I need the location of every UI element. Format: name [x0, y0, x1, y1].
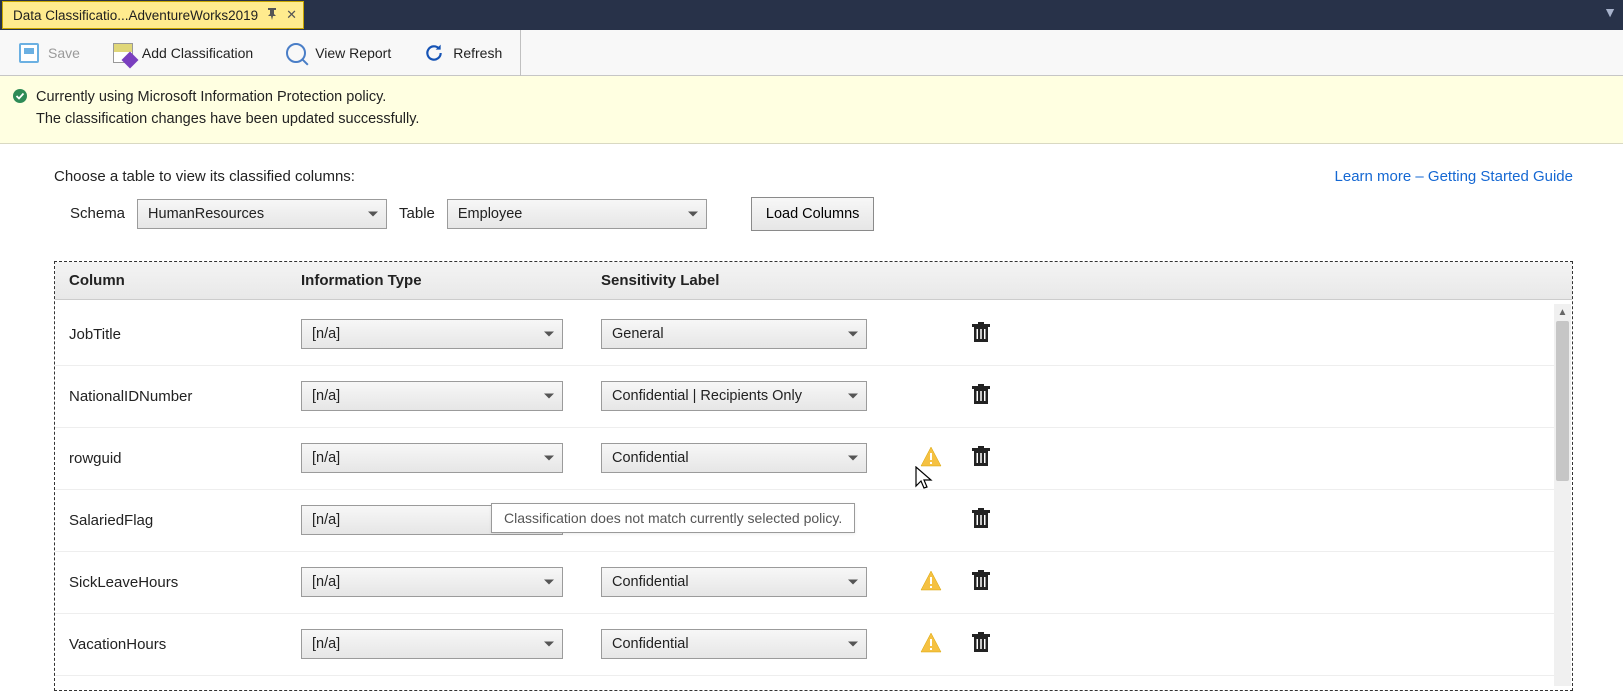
sensitivity-combo[interactable]: Confidential [601, 567, 867, 597]
sensitivity-cell: Confidential [601, 629, 901, 659]
sensitivity-cell: Confidential [601, 443, 901, 473]
info-type-cell: [n/a] [301, 567, 601, 597]
trash-icon[interactable] [971, 322, 991, 347]
header-info-type: Information Type [301, 272, 601, 289]
column-name: JobTitle [69, 326, 301, 343]
info-type-cell: [n/a] [301, 443, 601, 473]
toolbar: Save Add Classification View Report Refr… [0, 30, 1623, 76]
info-type-cell: [n/a] [301, 629, 601, 659]
document-tab[interactable]: Data Classificatio...AdventureWorks2019 … [2, 1, 304, 29]
trash-icon[interactable] [971, 632, 991, 657]
sensitivity-cell: Confidential [601, 567, 901, 597]
schema-label: Schema [70, 205, 125, 222]
content: Choose a table to view its classified co… [0, 144, 1623, 691]
refresh-icon [423, 42, 445, 64]
column-name: NationalIDNumber [69, 388, 301, 405]
table-row: JobTitle[n/a] General [55, 304, 1554, 366]
instruction-text: Choose a table to view its classified co… [54, 168, 355, 185]
trash-icon[interactable] [971, 446, 991, 471]
check-icon [12, 88, 28, 107]
scroll-up-icon[interactable]: ▲ [1554, 304, 1571, 321]
sensitivity-cell: Confidential | Recipients Only [601, 381, 901, 411]
table-combo[interactable]: Employee [447, 199, 707, 229]
info-type-cell: [n/a] [301, 319, 601, 349]
sensitivity-combo[interactable]: Confidential | Recipients Only [601, 381, 867, 411]
delete-cell [961, 632, 1001, 657]
info-type-cell: [n/a] [301, 381, 601, 411]
column-name: SalariedFlag [69, 512, 301, 529]
delete-cell [961, 384, 1001, 409]
refresh-button[interactable]: Refresh [413, 30, 521, 76]
table-label: Table [399, 205, 435, 222]
delete-cell [961, 508, 1001, 533]
trash-icon[interactable] [971, 570, 991, 595]
table-body: JobTitle[n/a]GeneralNationalIDNumber[n/a… [55, 304, 1554, 686]
info-type-combo[interactable]: [n/a] [301, 443, 563, 473]
warning-icon[interactable] [919, 631, 943, 658]
add-classification-button[interactable]: Add Classification [102, 30, 263, 76]
view-report-button[interactable]: View Report [275, 30, 401, 76]
tab-title: Data Classificatio...AdventureWorks2019 [13, 8, 258, 23]
load-columns-button[interactable]: Load Columns [751, 197, 875, 231]
table-row: VacationHours[n/a] Confidential [55, 614, 1554, 676]
grid-icon [112, 42, 134, 64]
learn-more-link[interactable]: Learn more – Getting Started Guide [1335, 168, 1573, 185]
warning-icon[interactable] [919, 445, 943, 472]
info-type-combo[interactable]: [n/a] [301, 319, 563, 349]
warning-cell [901, 631, 961, 658]
column-name: VacationHours [69, 636, 301, 653]
dropdown-icon[interactable]: ▼ [1603, 4, 1617, 20]
column-name: rowguid [69, 450, 301, 467]
status-bar: Currently using Microsoft Information Pr… [0, 76, 1623, 144]
title-bar: Data Classificatio...AdventureWorks2019 … [0, 0, 1623, 30]
info-type-combo[interactable]: [n/a] [301, 567, 563, 597]
scrollbar[interactable]: ▲ [1554, 304, 1571, 686]
header-column: Column [69, 272, 301, 289]
magnifier-icon [285, 42, 307, 64]
table-row: NationalIDNumber[n/a] Confidential | Reci… [55, 366, 1554, 428]
sensitivity-combo[interactable]: Confidential [601, 443, 867, 473]
header-sensitivity: Sensitivity Label [601, 272, 901, 289]
classification-table: Column Information Type Sensitivity Labe… [54, 261, 1573, 691]
table-row: SickLeaveHours[n/a] Confidential [55, 552, 1554, 614]
pin-icon[interactable] [266, 8, 278, 23]
delete-cell [961, 446, 1001, 471]
info-type-combo[interactable]: [n/a] [301, 381, 563, 411]
scroll-thumb[interactable] [1556, 321, 1569, 481]
trash-icon[interactable] [971, 384, 991, 409]
trash-icon[interactable] [971, 508, 991, 533]
save-icon [18, 42, 40, 64]
tooltip: Classification does not match currently … [491, 503, 855, 533]
delete-cell [961, 322, 1001, 347]
warning-cell [901, 445, 961, 472]
status-text: Currently using Microsoft Information Pr… [36, 86, 419, 131]
sensitivity-combo[interactable]: Confidential [601, 629, 867, 659]
close-icon[interactable]: ✕ [286, 7, 297, 23]
sensitivity-cell: General [601, 319, 901, 349]
save-button: Save [8, 30, 90, 76]
warning-cell [901, 569, 961, 596]
sensitivity-combo[interactable]: General [601, 319, 867, 349]
schema-combo[interactable]: HumanResources [137, 199, 387, 229]
selector-row: Schema HumanResources Table Employee Loa… [54, 197, 1573, 231]
info-type-combo[interactable]: [n/a] [301, 629, 563, 659]
column-name: SickLeaveHours [69, 574, 301, 591]
table-header: Column Information Type Sensitivity Labe… [55, 262, 1572, 300]
warning-icon[interactable] [919, 569, 943, 596]
table-row: rowguid[n/a] Confidential [55, 428, 1554, 490]
delete-cell [961, 570, 1001, 595]
